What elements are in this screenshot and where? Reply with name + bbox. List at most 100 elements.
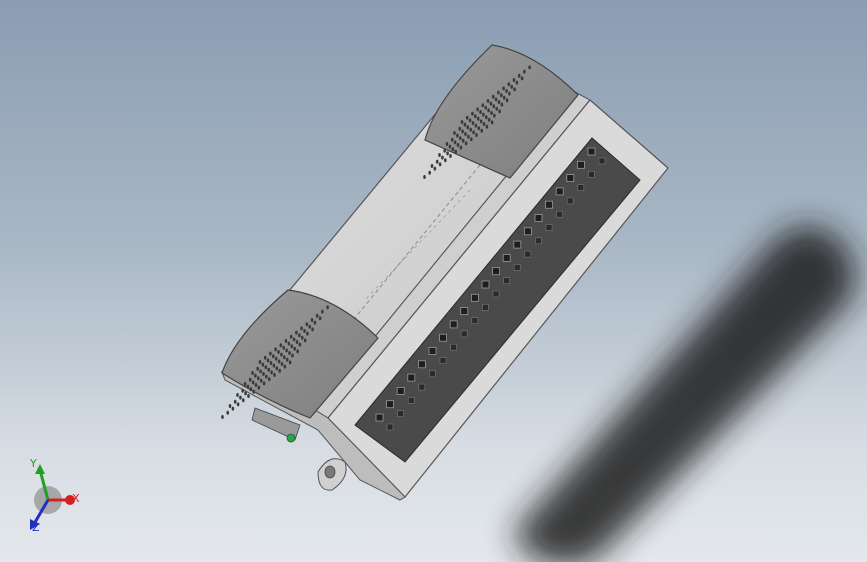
terminal-screw bbox=[513, 264, 521, 271]
grip-dot bbox=[445, 142, 449, 146]
grip-dot bbox=[441, 155, 444, 160]
grip-dot bbox=[308, 324, 312, 329]
terminal-screw bbox=[418, 383, 426, 391]
grip-dot bbox=[480, 128, 484, 133]
grip-dot bbox=[321, 309, 324, 314]
grip-dot bbox=[453, 140, 457, 145]
grip-dot bbox=[443, 148, 447, 153]
grip-dot bbox=[251, 371, 254, 375]
model-scene[interactable] bbox=[0, 0, 867, 562]
grip-dot bbox=[284, 339, 288, 343]
grip-dot bbox=[226, 410, 229, 415]
grip-dot bbox=[459, 136, 462, 141]
terminal-screw bbox=[471, 317, 479, 324]
grip-dot bbox=[244, 391, 247, 396]
grip-dot bbox=[471, 111, 474, 116]
grip-dot bbox=[508, 91, 511, 96]
terminal-slot bbox=[587, 147, 596, 156]
grip-dot bbox=[485, 124, 489, 129]
grip-dot bbox=[283, 364, 287, 369]
grip-dot bbox=[243, 382, 247, 386]
terminal-slot bbox=[534, 214, 543, 222]
grip-dot bbox=[472, 130, 475, 135]
grip-dot bbox=[517, 73, 521, 78]
grip-dot bbox=[497, 90, 500, 95]
triad-y-label: Y bbox=[29, 457, 37, 470]
terminal-slot bbox=[492, 267, 501, 276]
grip-dot bbox=[257, 385, 261, 390]
terminal-slot bbox=[396, 386, 405, 395]
grip-dot bbox=[272, 354, 275, 359]
terminal-slot bbox=[481, 280, 490, 289]
grip-dot bbox=[269, 351, 272, 356]
grip-dot bbox=[474, 123, 478, 128]
grip-dot bbox=[279, 343, 283, 348]
grip-dot bbox=[303, 338, 307, 343]
terminal-screw bbox=[545, 224, 553, 231]
grip-dot bbox=[481, 103, 485, 108]
terminal-screw bbox=[566, 197, 574, 205]
grip-dot bbox=[466, 125, 470, 130]
grip-dot bbox=[449, 154, 452, 158]
grip-dot bbox=[303, 329, 306, 333]
terminal-screw bbox=[556, 210, 563, 218]
terminal-slot bbox=[417, 360, 426, 369]
grip-dot bbox=[311, 327, 314, 332]
terminal-slot bbox=[545, 200, 553, 209]
grip-dot bbox=[428, 170, 432, 175]
grip-dot bbox=[295, 340, 299, 344]
grip-dot bbox=[247, 394, 250, 398]
terminal-screw bbox=[407, 397, 415, 404]
grip-dot bbox=[490, 111, 493, 115]
terminal-slot bbox=[386, 400, 395, 409]
grip-dot bbox=[263, 355, 267, 360]
terminal-slot bbox=[555, 187, 564, 196]
grip-dot bbox=[228, 404, 232, 408]
grip-dot bbox=[490, 120, 494, 125]
grip-dot bbox=[461, 129, 464, 134]
grip-dot bbox=[485, 115, 488, 120]
grip-dot bbox=[262, 372, 265, 376]
grip-dot bbox=[450, 137, 454, 142]
grip-dot bbox=[497, 100, 501, 104]
grip-dot bbox=[280, 352, 283, 357]
grip-dot bbox=[467, 134, 470, 139]
grip-dot bbox=[454, 149, 458, 154]
terminal-slot bbox=[566, 174, 575, 183]
grip-dot bbox=[475, 133, 478, 137]
terminal-screw bbox=[450, 343, 457, 351]
grip-dot bbox=[248, 377, 252, 382]
grip-dot bbox=[265, 374, 268, 379]
grip-dot bbox=[267, 367, 271, 372]
grip-dot bbox=[259, 369, 262, 374]
grip-dot bbox=[502, 86, 505, 91]
grip-dot bbox=[289, 334, 293, 339]
terminal-screw bbox=[524, 250, 532, 258]
grip-dot bbox=[261, 362, 265, 367]
grip-dot bbox=[288, 351, 291, 355]
terminal-slot bbox=[428, 347, 437, 355]
graphics-viewport[interactable]: Y X Z bbox=[0, 0, 867, 562]
grip-dot bbox=[264, 365, 268, 370]
grip-dot bbox=[305, 322, 309, 327]
orientation-triad[interactable]: Y X Z bbox=[22, 456, 82, 536]
triad-x-label: X bbox=[72, 492, 80, 505]
grip-dot bbox=[251, 380, 255, 385]
grip-dot bbox=[460, 120, 464, 124]
terminal-slot bbox=[502, 253, 511, 262]
grip-dot bbox=[453, 131, 456, 135]
terminal-screw bbox=[460, 330, 468, 338]
grip-dot bbox=[262, 381, 266, 386]
terminal-slot bbox=[460, 307, 469, 316]
grip-dot bbox=[456, 133, 459, 138]
grip-dot bbox=[283, 355, 286, 360]
grip-dot bbox=[438, 162, 442, 167]
grip-dot bbox=[487, 117, 491, 122]
grip-dot bbox=[285, 357, 289, 362]
grip-dot bbox=[221, 415, 224, 419]
grip-dot bbox=[493, 113, 496, 118]
grip-dot bbox=[468, 118, 472, 123]
terminal-screw bbox=[439, 357, 447, 364]
grip-dot bbox=[292, 337, 296, 342]
grip-dot bbox=[282, 345, 286, 350]
